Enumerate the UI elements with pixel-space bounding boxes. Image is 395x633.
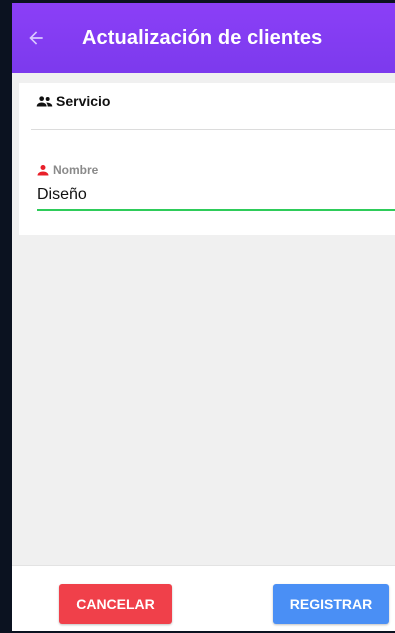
nombre-input[interactable] xyxy=(37,181,395,211)
group-icon xyxy=(36,95,53,106)
field-label-text: Nombre xyxy=(53,163,99,177)
app-screen: Actualización de clientes Servicio Nombr… xyxy=(0,0,395,633)
app-bar: Actualización de clientes xyxy=(12,3,395,73)
action-bar: CANCELAR REGISTRAR xyxy=(12,565,395,631)
arrow-left-icon xyxy=(29,31,43,45)
back-button[interactable] xyxy=(12,3,60,73)
cancel-button[interactable]: CANCELAR xyxy=(59,584,172,624)
section-header: Servicio xyxy=(36,93,110,109)
form-card: Servicio Nombre xyxy=(19,83,395,235)
nombre-field: Nombre xyxy=(37,163,395,219)
page-title: Actualización de clientes xyxy=(82,26,323,49)
section-label: Servicio xyxy=(56,93,111,109)
register-button[interactable]: REGISTRAR xyxy=(273,584,389,624)
field-label: Nombre xyxy=(37,163,98,177)
person-icon xyxy=(37,165,49,176)
section-divider xyxy=(31,129,395,130)
